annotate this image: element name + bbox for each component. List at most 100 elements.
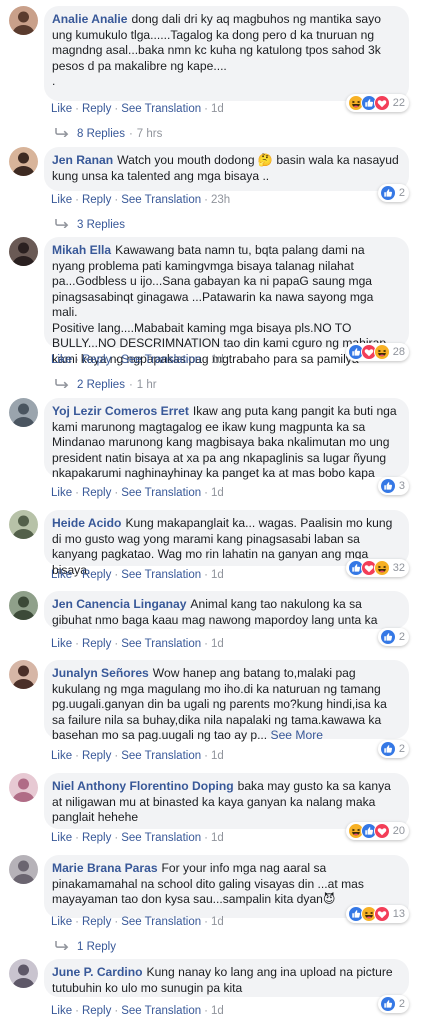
reaction-like-icon <box>379 629 396 645</box>
reply-link[interactable]: Reply <box>82 916 111 928</box>
comment-actions: Like · Reply · See Translation · 1d <box>51 1005 224 1017</box>
see-translation-link[interactable]: See Translation <box>121 832 201 844</box>
reaction-haha-icon <box>360 906 377 922</box>
like-link[interactable]: Like <box>51 750 72 762</box>
reaction-count: 2 <box>398 743 405 755</box>
avatar[interactable] <box>9 398 38 427</box>
reaction-summary[interactable]: 20 <box>345 822 409 840</box>
reply-link[interactable]: Reply <box>82 103 111 115</box>
replies-timestamp: 1 hr <box>136 378 157 391</box>
see-translation-link[interactable]: See Translation <box>121 750 201 762</box>
separator: · <box>204 487 208 499</box>
reaction-summary[interactable]: 2 <box>377 995 409 1013</box>
view-replies-link[interactable]: 2 Replies · 1 hr <box>55 378 157 391</box>
like-link[interactable]: Like <box>51 569 72 581</box>
separator: · <box>114 832 119 844</box>
comment-author[interactable]: Yoj Lezir Comeros Erret <box>52 404 189 418</box>
reply-link[interactable]: Reply <box>82 1005 111 1017</box>
like-link[interactable]: Like <box>51 487 72 499</box>
avatar[interactable] <box>9 6 38 35</box>
reaction-summary[interactable]: 32 <box>345 559 409 577</box>
separator: · <box>114 750 119 762</box>
reply-link[interactable]: Reply <box>82 194 111 206</box>
reaction-summary[interactable]: 22 <box>345 94 409 112</box>
see-translation-link[interactable]: See Translation <box>121 194 201 206</box>
comment-bubble: Yoj Lezir Comeros Erret Ikaw ang puta kan… <box>44 398 409 480</box>
comment-timestamp[interactable]: 1d <box>211 916 224 928</box>
comment-timestamp[interactable]: 1d <box>211 1005 224 1017</box>
separator: · <box>204 638 208 650</box>
reaction-summary[interactable]: 13 <box>345 905 409 923</box>
like-link[interactable]: Like <box>51 354 72 366</box>
see-translation-link[interactable]: See Translation <box>121 103 201 115</box>
comment-author[interactable]: Mikah Ella <box>52 243 111 257</box>
separator: · <box>75 916 79 928</box>
comment-timestamp[interactable]: 23h <box>211 194 230 206</box>
comment-actions: Like · Reply · See Translation · 1d <box>51 916 224 928</box>
replies-count[interactable]: 8 Replies <box>77 128 125 140</box>
comment-bubble: Mikah Ella Kawawang bata namn tu, bqta pa… <box>44 237 409 366</box>
comment-author[interactable]: Junalyn Señores <box>52 666 149 680</box>
comment-author[interactable]: June P. Cardino <box>52 965 143 979</box>
see-translation-link[interactable]: See Translation <box>121 638 201 650</box>
comment-author[interactable]: Analie Analie <box>52 12 128 26</box>
comment-timestamp[interactable]: 1d <box>211 832 224 844</box>
comment-timestamp[interactable]: 1d <box>211 103 224 115</box>
reaction-summary[interactable]: 2 <box>377 628 409 646</box>
reaction-summary[interactable]: 2 <box>377 740 409 758</box>
comment-timestamp[interactable]: 1d <box>211 638 224 650</box>
like-link[interactable]: Like <box>51 194 72 206</box>
replies-count[interactable]: 1 Reply <box>77 941 116 953</box>
avatar[interactable] <box>9 855 38 884</box>
reaction-like-icon <box>347 344 364 360</box>
comment-author[interactable]: Jen Ranan <box>52 153 113 167</box>
reaction-summary[interactable]: 28 <box>345 343 409 361</box>
reaction-haha-icon <box>347 823 364 839</box>
like-link[interactable]: Like <box>51 916 72 928</box>
separator: · <box>114 1005 119 1017</box>
replies-count[interactable]: 2 Replies <box>77 379 125 391</box>
comment-author[interactable]: Heide Acido <box>52 516 121 530</box>
view-replies-link[interactable]: 3 Replies <box>55 218 125 231</box>
avatar[interactable] <box>9 773 38 802</box>
avatar[interactable] <box>9 660 38 689</box>
reply-link[interactable]: Reply <box>82 354 111 366</box>
comment-bubble: Junalyn Señores Wow hanep ang batang to,m… <box>44 660 409 742</box>
reply-arrow-icon <box>55 127 69 140</box>
avatar[interactable] <box>9 237 38 266</box>
like-link[interactable]: Like <box>51 832 72 844</box>
separator: · <box>204 916 208 928</box>
avatar[interactable] <box>9 591 38 620</box>
comment-timestamp[interactable]: 1d <box>211 487 224 499</box>
reply-link[interactable]: Reply <box>82 832 111 844</box>
reply-link[interactable]: Reply <box>82 569 111 581</box>
comment-timestamp[interactable]: 1d <box>211 569 224 581</box>
reaction-love-icon <box>360 344 377 360</box>
like-link[interactable]: Like <box>51 103 72 115</box>
comment-timestamp[interactable]: 1d <box>211 354 224 366</box>
view-replies-link[interactable]: 1 Reply <box>55 940 116 953</box>
view-replies-link[interactable]: 8 Replies · 7 hrs <box>55 127 162 140</box>
comment-author[interactable]: Marie Brana Paras <box>52 861 158 875</box>
see-translation-link[interactable]: See Translation <box>121 1005 201 1017</box>
see-translation-link[interactable]: See Translation <box>121 354 201 366</box>
reaction-summary[interactable]: 2 <box>377 184 409 202</box>
like-link[interactable]: Like <box>51 638 72 650</box>
avatar[interactable] <box>9 147 38 176</box>
replies-count[interactable]: 3 Replies <box>77 219 125 231</box>
reaction-summary[interactable]: 3 <box>377 477 409 495</box>
separator: · <box>75 832 79 844</box>
like-link[interactable]: Like <box>51 1005 72 1017</box>
avatar[interactable] <box>9 959 38 988</box>
see-translation-link[interactable]: See Translation <box>121 569 201 581</box>
comment-author[interactable]: Niel Anthony Florentino Doping <box>52 779 234 793</box>
comment-timestamp[interactable]: 1d <box>211 750 224 762</box>
see-more-link[interactable]: See More <box>271 728 323 742</box>
reply-link[interactable]: Reply <box>82 750 111 762</box>
see-translation-link[interactable]: See Translation <box>121 916 201 928</box>
comment-author[interactable]: Jen Canencia Linganay <box>52 597 186 611</box>
reply-link[interactable]: Reply <box>82 487 111 499</box>
avatar[interactable] <box>9 510 38 539</box>
see-translation-link[interactable]: See Translation <box>121 487 201 499</box>
reply-link[interactable]: Reply <box>82 638 111 650</box>
